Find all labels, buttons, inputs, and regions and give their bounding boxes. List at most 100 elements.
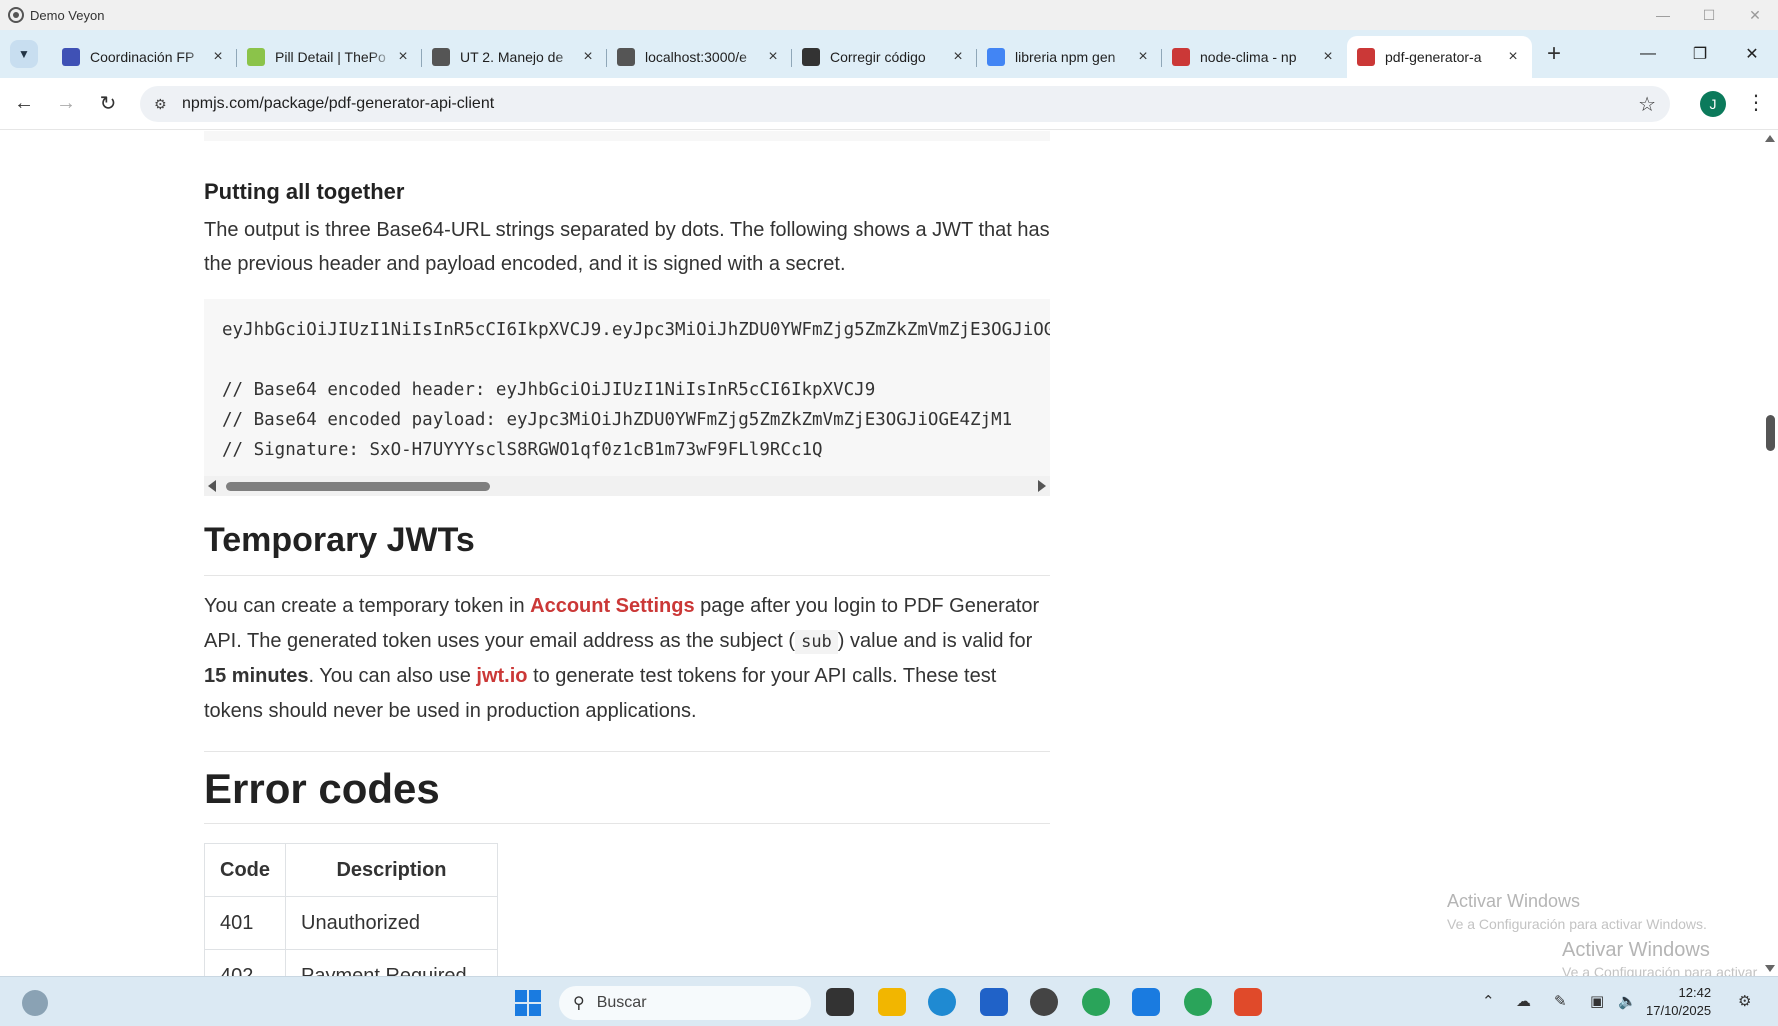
- text-run: ) value and is valid for: [837, 629, 1033, 652]
- error-codes-table: Code Description 401 Unauthorized 402 Pa…: [204, 843, 498, 976]
- veyon-icon[interactable]: [1030, 988, 1058, 1016]
- tab-7[interactable]: pdf-generator-a ×: [1347, 36, 1532, 78]
- back-button[interactable]: ←: [6, 86, 42, 122]
- tab-2[interactable]: UT 2. Manejo de ×: [422, 39, 607, 75]
- activation-watermark-title: Activar Windows: [1447, 891, 1581, 911]
- close-tab-icon[interactable]: ×: [1319, 48, 1337, 66]
- minimize-button[interactable]: —: [1622, 30, 1674, 78]
- volume-icon[interactable]: 🔈: [1618, 992, 1637, 1010]
- arrow-right-icon: →: [56, 92, 76, 114]
- tab-label: UT 2. Manejo de: [460, 49, 564, 65]
- close-tab-icon[interactable]: ×: [1504, 48, 1522, 66]
- text-run: You can create a temporary token in: [204, 595, 531, 617]
- widgets-icon[interactable]: [22, 990, 48, 1016]
- url-text[interactable]: npmjs.com/package/pdf-generator-api-clie…: [182, 95, 494, 113]
- network-icon[interactable]: ▣: [1590, 992, 1604, 1010]
- windows-taskbar: ⚲ Buscar ⌃ ☁ ✎ ▣ 🔈 12:42 17/10/2025 ⚙: [0, 976, 1778, 1026]
- notifications-icon[interactable]: ⚙: [1738, 992, 1751, 1010]
- outer-minimize-button[interactable]: —: [1640, 0, 1686, 30]
- new-tab-button[interactable]: +: [1540, 40, 1568, 68]
- taskbar-search-box[interactable]: ⚲ Buscar: [559, 986, 811, 1020]
- menu-kebab-icon[interactable]: ⋮: [1746, 90, 1766, 115]
- scroll-left-arrow-icon[interactable]: [208, 480, 216, 492]
- close-tab-icon[interactable]: ×: [209, 48, 227, 66]
- outer-window-title: Demo Veyon: [30, 7, 105, 23]
- account-settings-link[interactable]: Account Settings: [530, 595, 694, 617]
- column-header-code: Code: [204, 843, 286, 897]
- previous-code-block: [204, 131, 1050, 141]
- edge-icon[interactable]: [928, 988, 956, 1016]
- close-tab-icon[interactable]: ×: [579, 48, 597, 66]
- npm-icon: [1172, 48, 1190, 66]
- tab-3[interactable]: localhost:3000/e ×: [607, 39, 792, 75]
- chrome-icon[interactable]: [1082, 988, 1110, 1016]
- paragraph-temporary-jwts: You can create a temporary token in Acco…: [204, 589, 1050, 728]
- scroll-thumb[interactable]: [226, 482, 490, 491]
- pen-icon[interactable]: ✎: [1554, 992, 1567, 1010]
- cell-code: 401: [204, 896, 286, 950]
- tab-search-button[interactable]: ▼: [10, 40, 38, 68]
- restore-button[interactable]: ❐: [1674, 30, 1726, 78]
- profile-avatar[interactable]: J: [1700, 91, 1726, 117]
- jwt-io-link[interactable]: jwt.io: [476, 665, 527, 687]
- outer-close-button[interactable]: ✕: [1732, 0, 1778, 30]
- divider: [204, 575, 1050, 576]
- bookmark-star-icon[interactable]: ☆: [1638, 92, 1656, 117]
- taskbar-clock[interactable]: 12:42 17/10/2025: [1646, 984, 1711, 1020]
- paragraph-putting-all-together: The output is three Base64-URL strings s…: [204, 219, 1050, 275]
- page-vertical-scrollbar[interactable]: [1762, 131, 1778, 976]
- close-tab-icon[interactable]: ×: [394, 48, 412, 66]
- tab-4[interactable]: Corregir código ×: [792, 39, 977, 75]
- globe-icon: [432, 48, 450, 66]
- vscode-icon[interactable]: [1132, 988, 1160, 1016]
- openai-icon: [802, 48, 820, 66]
- tab-label: pdf-generator-a: [1385, 49, 1482, 65]
- clock-date: 17/10/2025: [1646, 1003, 1712, 1018]
- page-icon: [247, 48, 265, 66]
- forms-icon: [62, 48, 80, 66]
- scroll-right-arrow-icon[interactable]: [1038, 480, 1046, 492]
- xampp-icon[interactable]: [1234, 988, 1262, 1016]
- tab-label: Pill Detail | ThePo: [275, 49, 386, 65]
- veyon-eye-icon: [8, 7, 24, 23]
- onedrive-icon[interactable]: ☁: [1516, 992, 1531, 1010]
- windows-start-icon[interactable]: [515, 990, 541, 1016]
- tab-6[interactable]: node-clima - np ×: [1162, 39, 1347, 75]
- site-info-icon[interactable]: ⚙: [154, 96, 174, 113]
- divider: [204, 751, 1050, 752]
- task-view-icon[interactable]: [826, 988, 854, 1016]
- tab-0[interactable]: Coordinación FP ×: [52, 39, 237, 75]
- tray-chevron-up-icon[interactable]: ⌃: [1482, 992, 1495, 1010]
- page-content: Putting all together The output is three…: [0, 131, 1762, 976]
- address-bar[interactable]: ⚙ npmjs.com/package/pdf-generator-api-cl…: [140, 86, 1670, 122]
- code-horizontal-scrollbar[interactable]: [204, 476, 1050, 496]
- store-icon[interactable]: [980, 988, 1008, 1016]
- scroll-up-arrow-icon[interactable]: [1765, 135, 1775, 142]
- chrome-profile-icon[interactable]: [1184, 988, 1212, 1016]
- page-scroll-thumb[interactable]: [1766, 415, 1775, 451]
- cell-code: 402: [204, 949, 286, 976]
- tab-label: localhost:3000/e: [645, 49, 747, 65]
- google-icon: [987, 48, 1005, 66]
- chevron-down-icon: ▼: [18, 47, 30, 61]
- activation-watermark-subtitle: Ve a Configuración para activar Windows.: [1447, 916, 1707, 932]
- close-tab-icon[interactable]: ×: [1134, 48, 1152, 66]
- jwt-code-block: eyJhbGciOiJIUzI1NiIsInR5cCI6IkpXVCJ9.eyJ…: [204, 299, 1050, 495]
- close-tab-icon[interactable]: ×: [764, 48, 782, 66]
- tab-1[interactable]: Pill Detail | ThePo ×: [237, 39, 422, 75]
- tab-label: libreria npm gen: [1015, 49, 1116, 65]
- npm-icon: [1357, 48, 1375, 66]
- close-window-button[interactable]: ✕: [1726, 30, 1778, 78]
- activation-watermark-title-2: Activar Windows: [1562, 939, 1710, 961]
- forward-button[interactable]: →: [48, 86, 84, 122]
- search-icon: ⚲: [573, 995, 585, 1012]
- reload-button[interactable]: ↻: [90, 86, 126, 122]
- sub-code: sub: [795, 629, 838, 654]
- heading-error-codes: Error codes: [204, 765, 440, 812]
- close-tab-icon[interactable]: ×: [949, 48, 967, 66]
- scroll-down-arrow-icon[interactable]: [1765, 965, 1775, 972]
- tab-5[interactable]: libreria npm gen ×: [977, 39, 1162, 75]
- outer-maximize-button[interactable]: ☐: [1686, 0, 1732, 30]
- file-explorer-icon[interactable]: [878, 988, 906, 1016]
- cell-description: Unauthorized: [285, 896, 498, 950]
